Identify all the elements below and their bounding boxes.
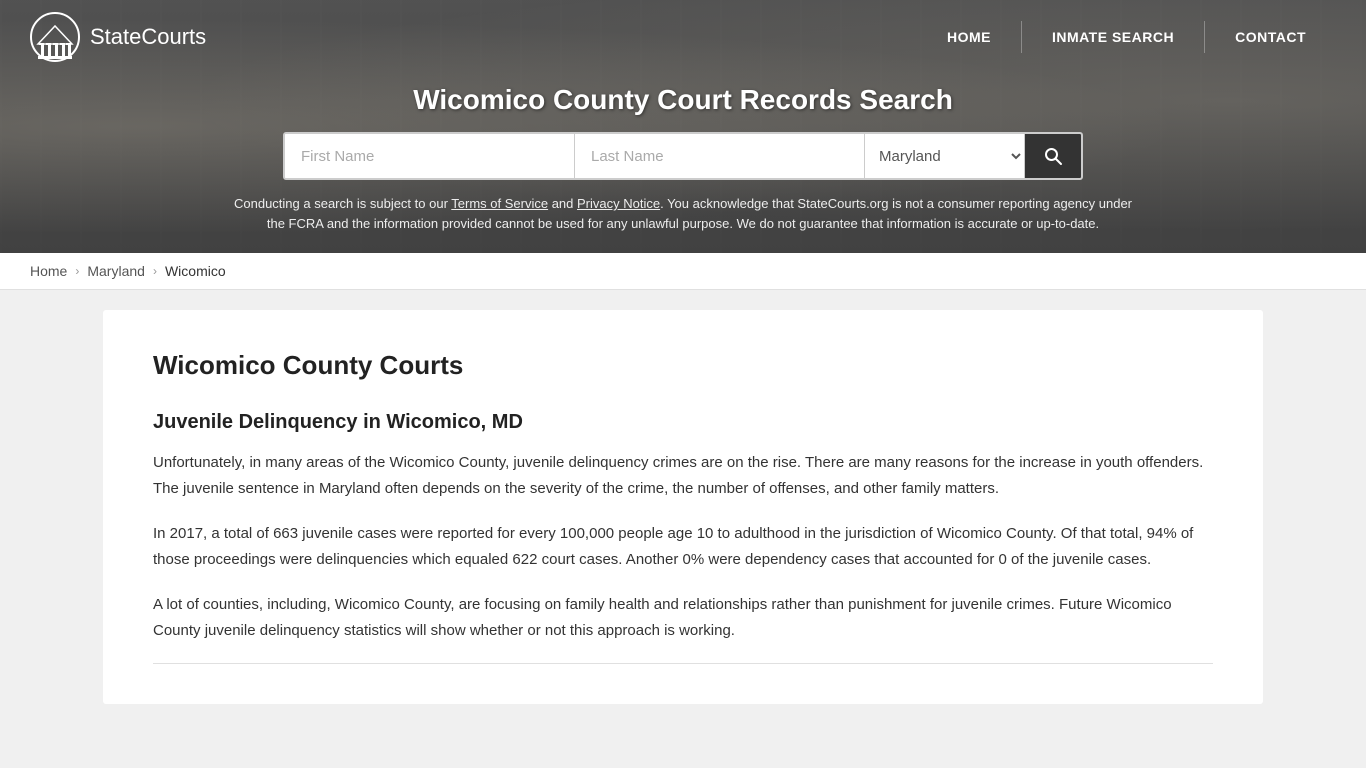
search-button[interactable] (1025, 134, 1081, 178)
nav-home[interactable]: HOME (917, 21, 1021, 53)
first-name-input[interactable] (285, 134, 575, 178)
logo-icon (30, 12, 80, 62)
privacy-link[interactable]: Privacy Notice (577, 196, 660, 211)
paragraph-1: Unfortunately, in many areas of the Wico… (153, 450, 1213, 501)
breadcrumb-sep-2: › (153, 264, 157, 278)
header-content: StateCourts HOME INMATE SEARCH CONTACT W… (0, 0, 1366, 253)
tos-link[interactable]: Terms of Service (451, 196, 548, 211)
breadcrumb-sep-1: › (75, 264, 79, 278)
logo[interactable]: StateCourts (30, 12, 206, 62)
last-name-input[interactable] (575, 134, 865, 178)
search-bar: Select State AlabamaAlaskaArizona Arkans… (283, 132, 1083, 180)
nav-links: HOME INMATE SEARCH CONTACT (917, 21, 1336, 53)
nav-inmate-search[interactable]: INMATE SEARCH (1021, 21, 1204, 53)
page-title: Wicomico County Court Records Search (20, 84, 1346, 116)
breadcrumb: Home › Maryland › Wicomico (0, 253, 1366, 290)
logo-text: StateCourts (90, 24, 206, 50)
paragraph-2: In 2017, a total of 663 juvenile cases w… (153, 521, 1213, 572)
state-select[interactable]: Select State AlabamaAlaskaArizona Arkans… (865, 134, 1025, 178)
disclaimer: Conducting a search is subject to our Te… (233, 194, 1133, 233)
nav-bar: StateCourts HOME INMATE SEARCH CONTACT (0, 0, 1366, 74)
breadcrumb-state[interactable]: Maryland (87, 263, 145, 279)
nav-contact[interactable]: CONTACT (1204, 21, 1336, 53)
content-card: Wicomico County Courts Juvenile Delinque… (103, 310, 1263, 704)
content-divider (153, 663, 1213, 664)
search-icon (1043, 146, 1063, 166)
breadcrumb-county: Wicomico (165, 263, 226, 279)
section-heading: Juvenile Delinquency in Wicomico, MD (153, 411, 1213, 434)
search-section: Wicomico County Court Records Search Sel… (0, 74, 1366, 253)
breadcrumb-home[interactable]: Home (30, 263, 67, 279)
header: StateCourts HOME INMATE SEARCH CONTACT W… (0, 0, 1366, 253)
main-wrapper: Wicomico County Courts Juvenile Delinque… (0, 290, 1366, 724)
main-heading: Wicomico County Courts (153, 350, 1213, 381)
paragraph-3: A lot of counties, including, Wicomico C… (153, 592, 1213, 643)
